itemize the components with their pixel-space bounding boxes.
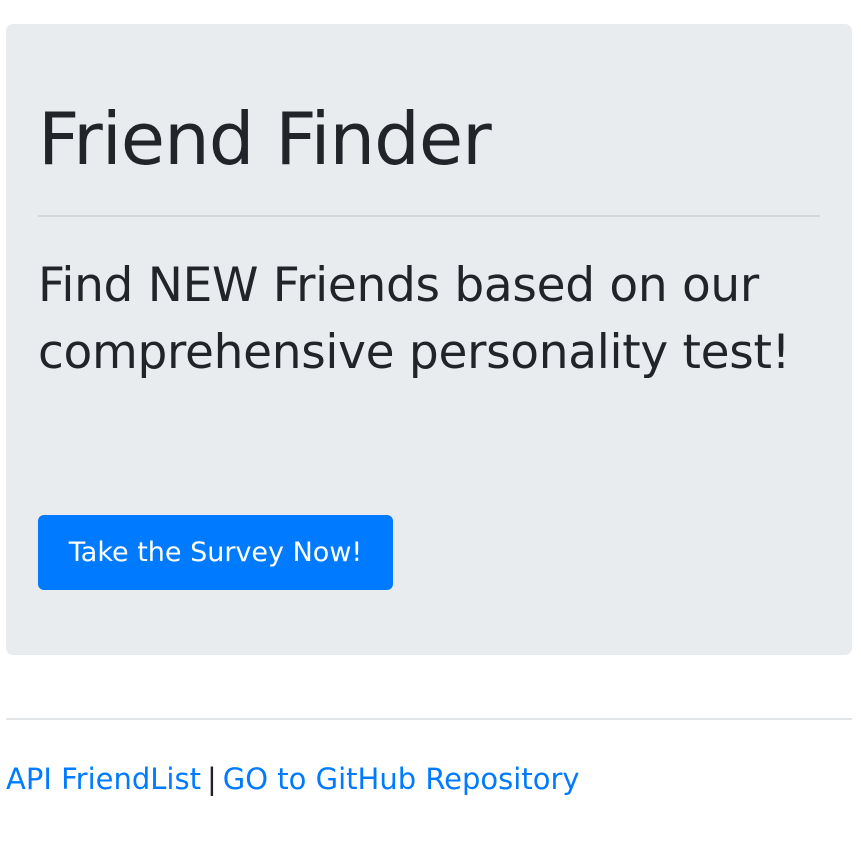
api-friendlist-link[interactable]: API FriendList: [6, 762, 201, 796]
github-repository-link[interactable]: GO to GitHub Repository: [223, 762, 580, 796]
page-title: Friend Finder: [38, 97, 492, 181]
page-container: Friend Finder Find NEW Friends based on …: [0, 0, 861, 861]
page-subtitle: Find NEW Friends based on our comprehens…: [38, 258, 791, 380]
take-survey-button[interactable]: Take the Survey Now!: [38, 515, 393, 590]
footer-divider: [6, 718, 852, 720]
jumbotron: Friend Finder Find NEW Friends based on …: [6, 24, 852, 655]
footer: API FriendList | GO to GitHub Repository: [6, 758, 580, 800]
jumbotron-divider: [38, 215, 820, 217]
footer-separator: |: [206, 762, 217, 796]
